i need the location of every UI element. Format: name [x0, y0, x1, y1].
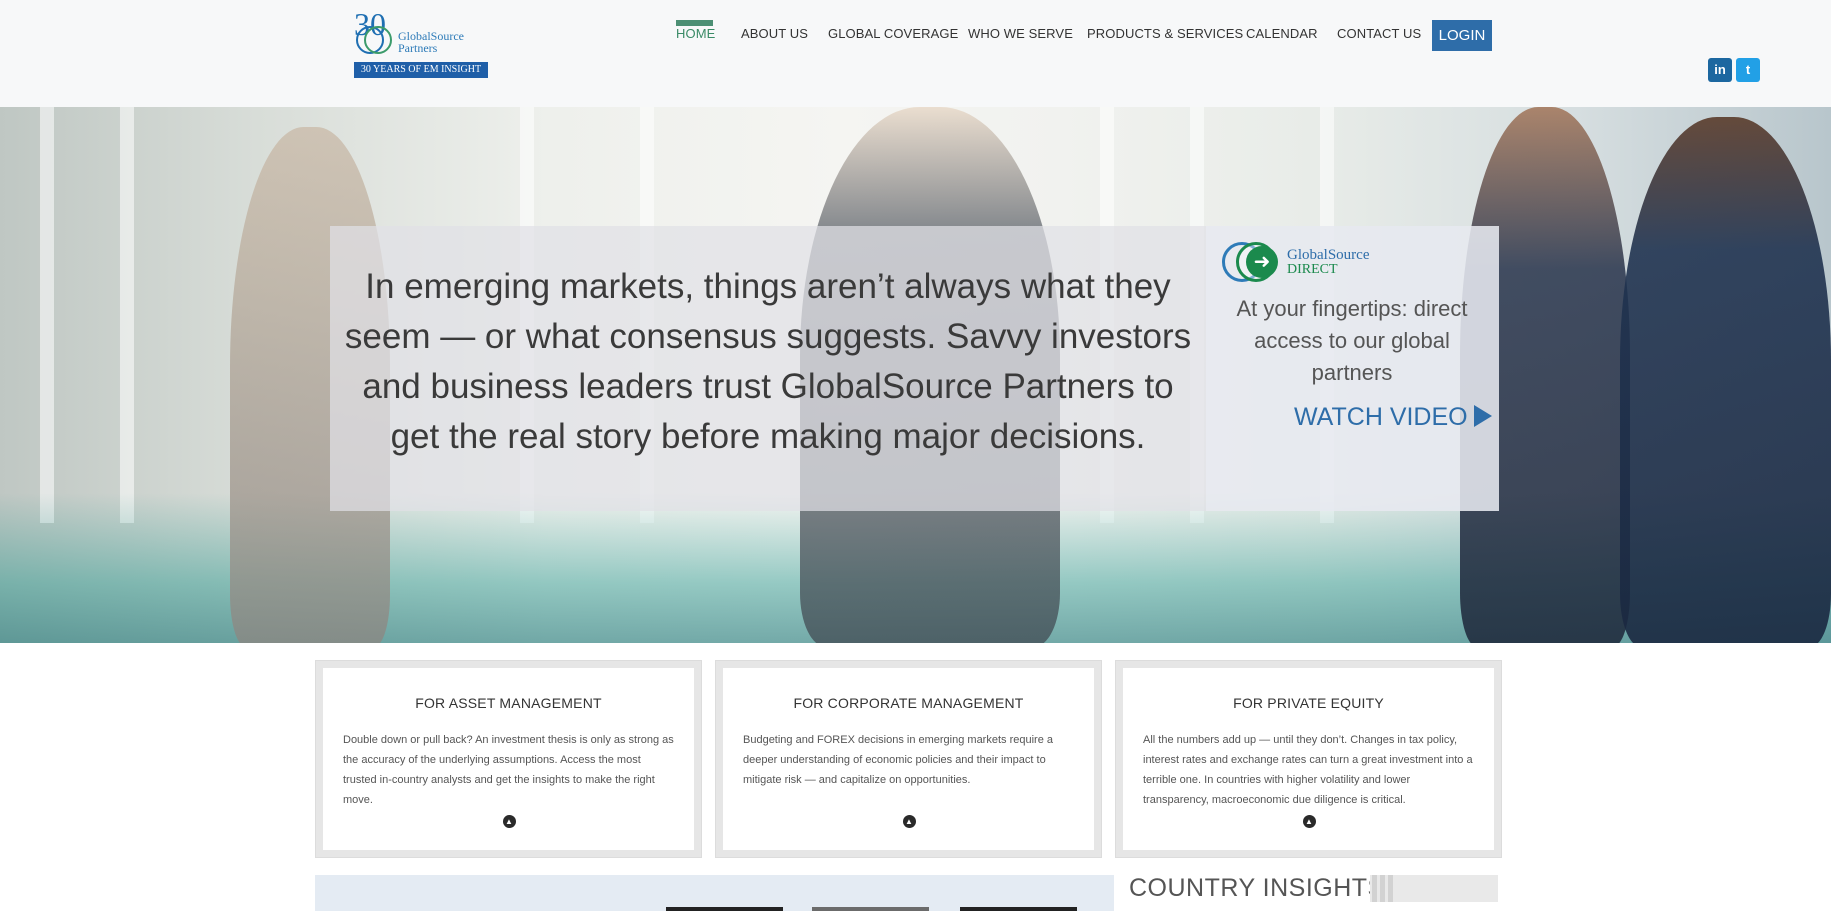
nav-home[interactable]: HOME [676, 26, 715, 41]
card-asset-management: FOR ASSET MANAGEMENT Double down or pull… [315, 660, 702, 858]
logo-name-line2: Partners [398, 41, 438, 55]
globalsource-logo[interactable]: 30 GlobalSource Partners 30 YEARS OF EM … [354, 8, 490, 80]
logo-wordmark: GlobalSource Partners [398, 30, 464, 54]
chevron-up-icon[interactable]: ▲ [902, 815, 916, 828]
thumbnail-edge [666, 907, 783, 911]
card-body: Budgeting and FOREX decisions in emergin… [743, 734, 1053, 786]
country-insights-decoration [1370, 875, 1498, 902]
linkedin-icon[interactable]: in [1708, 58, 1732, 82]
chevron-up-icon[interactable]: ▲ [1302, 815, 1316, 828]
nav-products-services[interactable]: PRODUCTS & SERVICES [1087, 26, 1243, 41]
globalsource-direct-logo[interactable]: ➜ GlobalSource DIRECT [1222, 240, 1412, 288]
nav-calendar[interactable]: CALENDAR [1246, 26, 1318, 41]
logo-tagline: 30 YEARS OF EM INSIGHT [354, 62, 488, 78]
nav-global-coverage[interactable]: GLOBAL COVERAGE [828, 26, 958, 41]
site-header: 30 GlobalSource Partners 30 YEARS OF EM … [0, 0, 1831, 107]
card-inner: FOR ASSET MANAGEMENT Double down or pull… [323, 668, 694, 850]
decoration-stripe [1388, 875, 1393, 902]
direct-tagline: At your fingertips: direct access to our… [1236, 296, 1468, 385]
arrow-right-icon: ➜ [1246, 246, 1278, 278]
hero-background-window [120, 107, 134, 523]
logo-ring-icon [364, 26, 392, 54]
direct-logo-subname: DIRECT [1287, 262, 1338, 277]
chevron-up-icon[interactable]: ▲ [502, 815, 516, 828]
thumbnail-edge [812, 907, 929, 911]
card-inner: FOR CORPORATE MANAGEMENT Budgeting and F… [723, 668, 1094, 850]
card-private-equity: FOR PRIVATE EQUITY All the numbers add u… [1115, 660, 1502, 858]
nav-about-us[interactable]: ABOUT US [741, 26, 808, 41]
nav-contact-us[interactable]: CONTACT US [1337, 26, 1421, 41]
hero-quote: In emerging markets, things aren’t alway… [344, 267, 1192, 456]
hero-background-window [40, 107, 54, 523]
hero-person-silhouette [1620, 117, 1831, 643]
direct-logo-name: GlobalSource [1287, 247, 1370, 263]
watch-video-link[interactable]: WATCH VIDEO [1294, 403, 1492, 432]
twitter-icon[interactable]: t [1736, 58, 1760, 82]
card-body: All the numbers add up — until they don’… [1143, 734, 1473, 806]
featured-strip [315, 875, 1114, 911]
play-icon [1473, 405, 1492, 427]
country-insights-heading: COUNTRY INSIGHTS [1129, 874, 1385, 902]
card-title: FOR CORPORATE MANAGEMENT [793, 695, 1024, 711]
card-title: FOR PRIVATE EQUITY [1233, 695, 1384, 711]
watch-video-label: WATCH VIDEO [1294, 403, 1468, 431]
card-inner: FOR PRIVATE EQUITY All the numbers add u… [1123, 668, 1494, 850]
decoration-stripe [1372, 875, 1377, 902]
card-corporate-management: FOR CORPORATE MANAGEMENT Budgeting and F… [715, 660, 1102, 858]
decoration-stripe [1380, 875, 1385, 902]
login-button[interactable]: LOGIN [1432, 20, 1492, 51]
nav-who-we-serve[interactable]: WHO WE SERVE [968, 26, 1073, 41]
card-title: FOR ASSET MANAGEMENT [415, 695, 602, 711]
thumbnail-edge [960, 907, 1077, 911]
card-body: Double down or pull back? An investment … [343, 734, 674, 806]
